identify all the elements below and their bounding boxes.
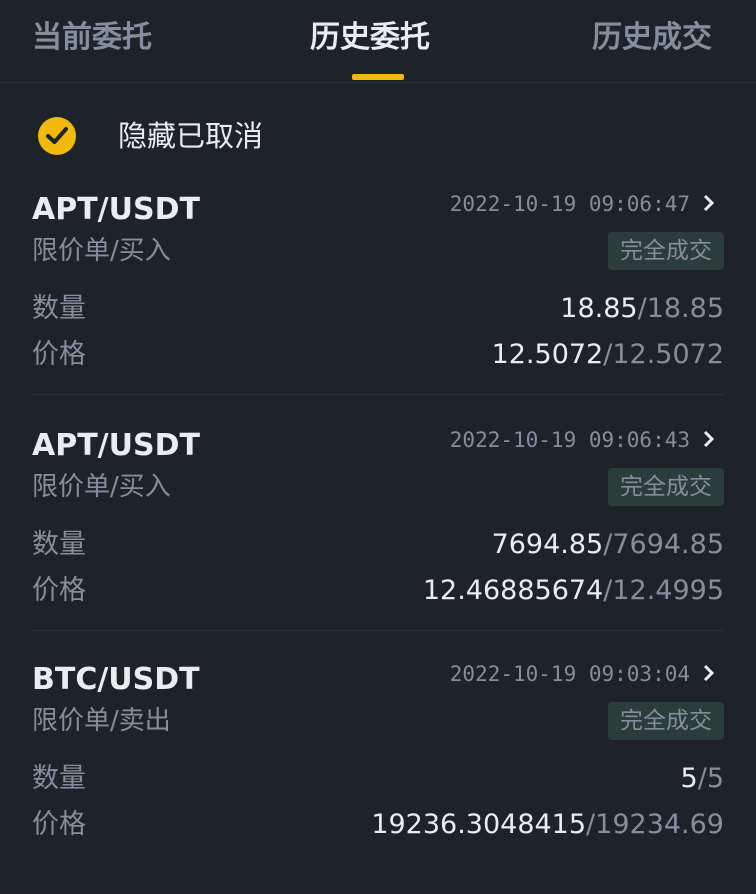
quantity-label: 数量 [32,529,86,560]
divider [32,630,724,631]
quantity-total: 5 [706,763,724,794]
price-average: 19236.3048415 [371,809,587,840]
quantity-filled: 18.85 [560,293,638,324]
value-separator: / [603,575,613,606]
tab-open-orders[interactable]: 当前委托 [32,18,152,58]
hide-cancelled-label: 隐藏已取消 [118,119,264,153]
active-tab-indicator [352,74,404,80]
quantity-total: 7694.85 [612,529,724,560]
order-pair: BTC/USDT [32,662,200,697]
price-label: 价格 [32,575,86,606]
quantity-label: 数量 [32,293,86,324]
price-order: 19234.69 [595,809,724,840]
status-badge: 完全成交 [608,702,724,740]
chevron-right-icon[interactable] [702,664,716,682]
quantity-value: 5/5 [681,761,724,797]
price-label: 价格 [32,809,86,840]
order-type: 限价单/买入 [32,236,171,266]
price-value: 12.5072/12.5072 [492,337,724,373]
price-value: 12.46885674/12.4995 [423,573,724,609]
value-separator: / [603,339,613,370]
value-separator: / [697,763,707,794]
chevron-right-icon[interactable] [702,194,716,212]
price-label: 价格 [32,339,86,370]
tab-trade-history[interactable]: 历史成交 [592,18,712,58]
quantity-value: 18.85/18.85 [560,291,724,327]
value-separator: / [603,529,613,560]
check-circle-icon[interactable] [38,117,76,155]
quantity-value: 7694.85/7694.85 [492,527,724,563]
quantity-label: 数量 [32,763,86,794]
order-time: 2022-10-19 09:03:04 [449,662,690,686]
value-separator: / [586,809,596,840]
price-order: 12.5072 [612,339,724,370]
order-type: 限价单/卖出 [32,706,171,736]
price-average: 12.5072 [491,339,604,370]
status-badge: 完全成交 [608,232,724,270]
price-average: 12.46885674 [422,575,604,606]
order-type: 限价单/买入 [32,472,171,502]
price-value: 19236.3048415/19234.69 [371,807,724,843]
quantity-filled: 5 [680,763,698,794]
order-pair: APT/USDT [32,192,200,227]
divider [32,394,724,395]
order-card[interactable]: BTC/USDT 2022-10-19 09:03:04 限价单/卖出 完全成交… [0,658,756,894]
chevron-right-icon[interactable] [702,430,716,448]
value-separator: / [637,293,647,324]
order-time: 2022-10-19 09:06:43 [449,428,690,452]
status-badge: 完全成交 [608,468,724,506]
tab-order-history[interactable]: 历史委托 [310,18,430,58]
order-pair: APT/USDT [32,428,200,463]
quantity-filled: 7694.85 [491,529,604,560]
order-card[interactable]: APT/USDT 2022-10-19 09:06:47 限价单/买入 完全成交… [0,188,756,424]
quantity-total: 18.85 [646,293,724,324]
price-order: 12.4995 [612,575,724,606]
order-card[interactable]: APT/USDT 2022-10-19 09:06:43 限价单/买入 完全成交… [0,424,756,660]
order-time: 2022-10-19 09:06:47 [449,192,690,216]
order-tabs: 当前委托 历史委托 历史成交 [0,0,756,83]
